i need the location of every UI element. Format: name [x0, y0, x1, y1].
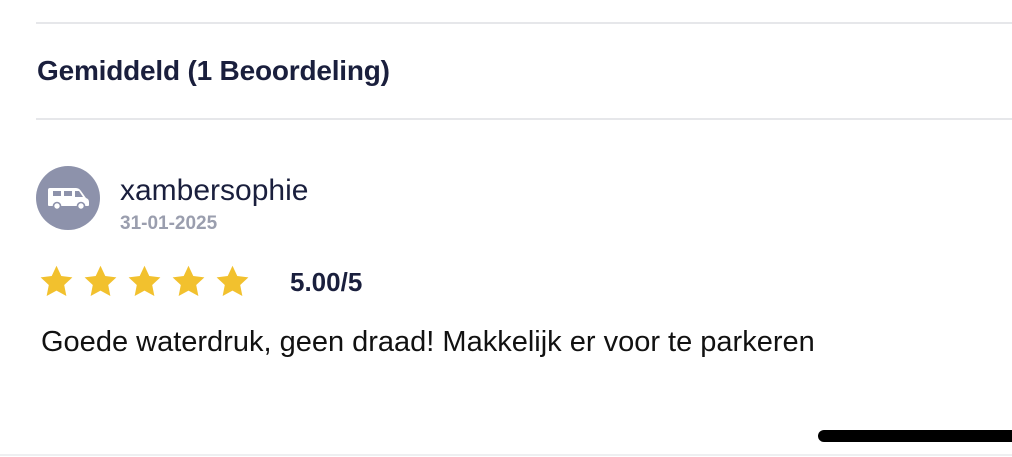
horizontal-scrollbar[interactable] — [818, 430, 1012, 442]
review-text: Goede waterdruk, geen draad! Makkelijk e… — [41, 326, 815, 358]
review-date: 31-01-2025 — [120, 213, 218, 234]
rating-score: 5.00/5 — [290, 267, 363, 297]
top-divider — [36, 22, 1012, 24]
reviews-heading: Gemiddeld (1 Beoordeling) — [37, 55, 390, 86]
campervan-icon — [48, 188, 89, 210]
bottom-divider — [0, 454, 1012, 456]
star-icon — [216, 265, 249, 296]
star-icon — [84, 265, 117, 296]
heading-divider — [36, 118, 1012, 120]
review-author: xambersophie — [120, 174, 309, 207]
star-icon — [128, 265, 161, 296]
star-icon — [40, 265, 73, 296]
star-icon — [172, 265, 205, 296]
star-rating — [38, 263, 251, 300]
avatar — [36, 166, 100, 230]
